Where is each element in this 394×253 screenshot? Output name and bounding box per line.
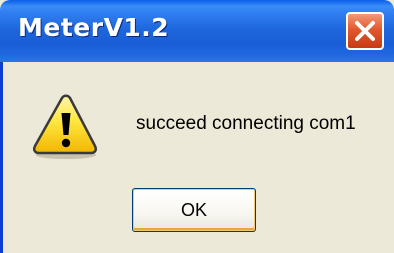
warning-icon [28,93,100,161]
message-text: succeed connecting com1 [136,113,356,134]
ok-button[interactable]: OK [132,188,256,232]
window-border [0,62,3,253]
close-button[interactable] [346,12,384,50]
message-dialog: MeterV1.2 succeed connecting com1 OK [0,0,394,253]
window-title: MeterV1.2 [18,13,170,42]
title-bar: MeterV1.2 [0,0,394,62]
close-icon [355,21,375,41]
